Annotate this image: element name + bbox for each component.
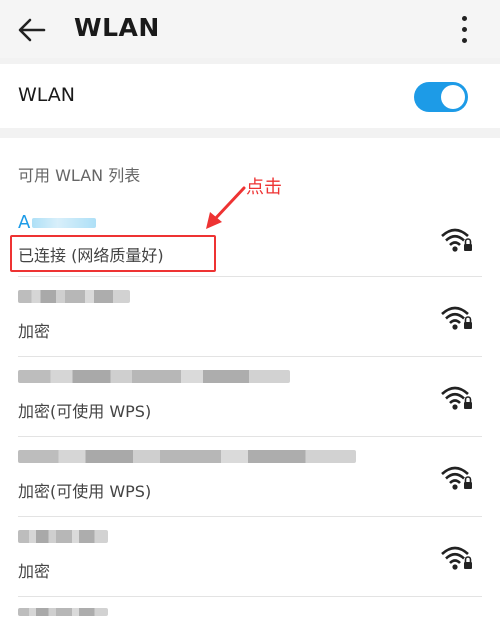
wifi-locked-icon <box>440 384 474 414</box>
network-status: 加密 <box>18 322 51 341</box>
wlan-switch[interactable] <box>414 82 468 112</box>
network-status: 加密 <box>18 562 51 581</box>
back-arrow-icon[interactable] <box>16 14 48 46</box>
network-name-blurred <box>18 450 356 463</box>
divider <box>18 516 482 517</box>
wifi-locked-icon <box>440 464 474 494</box>
wifi-locked-icon <box>440 544 474 574</box>
annotation-highlight-box <box>10 235 216 272</box>
network-name-blurred <box>18 370 290 383</box>
network-name-blurred <box>18 608 108 616</box>
divider <box>18 276 482 277</box>
top-app-bar: WLAN <box>0 0 500 58</box>
page-title: WLAN <box>74 13 160 42</box>
network-item[interactable]: 加密 <box>0 516 500 596</box>
switch-knob <box>441 85 465 109</box>
network-item[interactable]: 加密(可使用 WPS) <box>0 356 500 436</box>
network-name-blurred <box>18 530 108 543</box>
network-item[interactable]: 加密(可使用 WPS) <box>0 436 500 516</box>
divider <box>18 436 482 437</box>
network-name: A <box>18 212 31 233</box>
divider <box>18 596 482 597</box>
network-name-blurred <box>32 218 96 228</box>
divider <box>18 356 482 357</box>
network-status: 加密(可使用 WPS) <box>18 402 152 421</box>
wifi-locked-icon <box>440 226 474 256</box>
wifi-locked-icon <box>440 304 474 334</box>
network-name-blurred <box>18 290 130 303</box>
more-options-icon[interactable] <box>454 12 474 46</box>
annotation-arrow-icon <box>206 186 246 229</box>
network-item[interactable] <box>0 596 500 618</box>
network-list-title: 可用 WLAN 列表 <box>18 166 141 185</box>
wlan-toggle-row[interactable]: WLAN <box>0 64 500 128</box>
network-status: 加密(可使用 WPS) <box>18 482 152 501</box>
wlan-toggle-label: WLAN <box>18 84 76 106</box>
network-item[interactable]: 加密 <box>0 276 500 356</box>
